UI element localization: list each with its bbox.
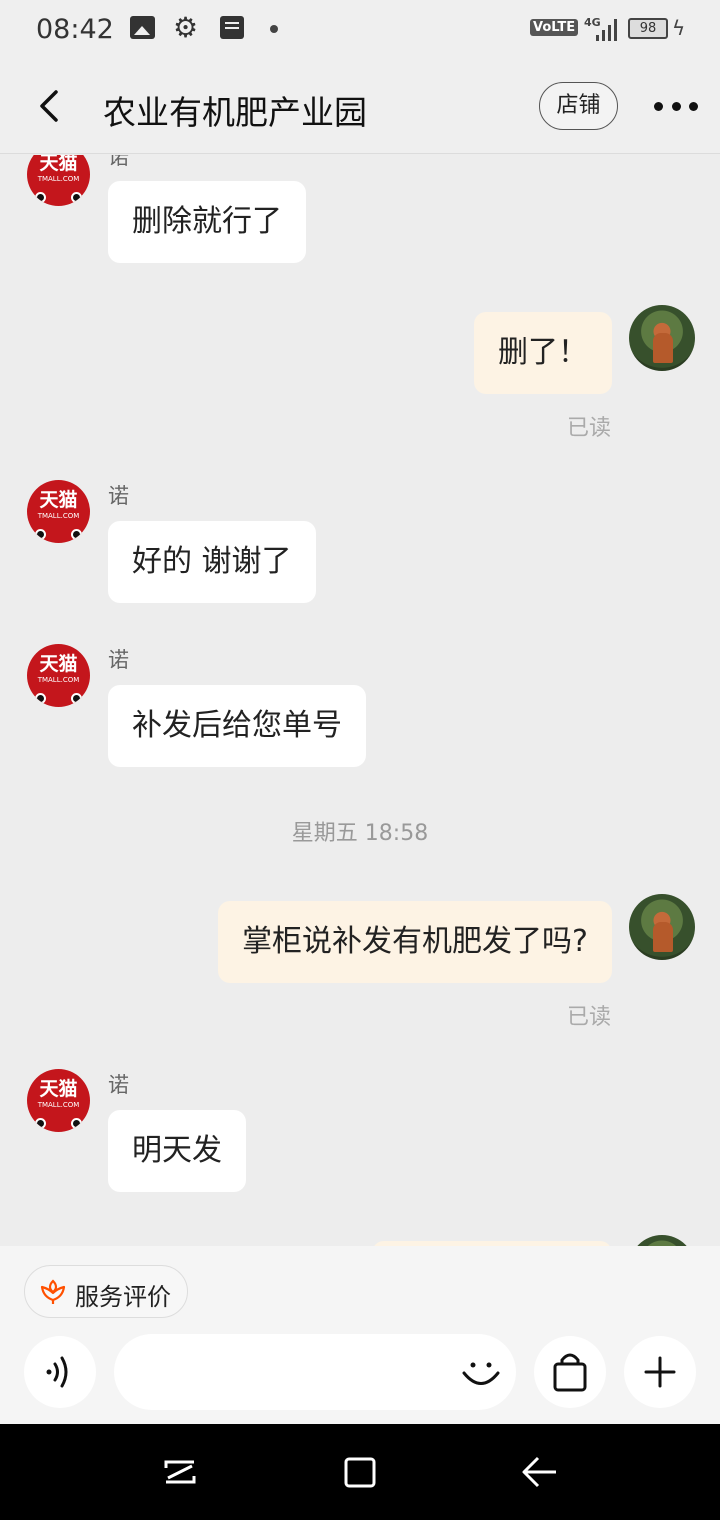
image-icon <box>130 16 155 39</box>
user-avatar[interactable] <box>629 894 695 960</box>
message-icon <box>220 16 244 39</box>
recent-apps-icon[interactable] <box>160 1452 200 1492</box>
shop-avatar[interactable]: 天猫 TMALL.COM <box>27 644 90 707</box>
status-bar: 08:42 ⚙ VoLTE 4G 98 ϟ <box>0 0 720 60</box>
read-status: 已读 <box>566 1005 611 1030</box>
outgoing-message[interactable]: 删了！ <box>474 312 612 394</box>
time-separator: 星期五 18:58 <box>291 821 429 846</box>
user-avatar[interactable] <box>629 1235 695 1246</box>
volte-label: VoLTE <box>530 19 579 36</box>
sender-name: 诺 <box>108 648 129 672</box>
shop-avatar[interactable]: 天猫 TMALL.COM <box>27 155 90 206</box>
input-area: 服务评价 <box>0 1246 720 1424</box>
sender-name: 诺 <box>108 1073 129 1097</box>
plus-button[interactable] <box>624 1336 696 1408</box>
voice-icon <box>46 1356 68 1388</box>
gear-icon: ⚙ <box>173 11 199 44</box>
chat-messages[interactable]: 天猫 TMALL.COM 诺 删除就行了 删了！ 已读 天猫 TMALL.COM… <box>0 155 720 1246</box>
shopping-bag-button[interactable] <box>534 1336 606 1408</box>
voice-button[interactable] <box>24 1336 96 1408</box>
incoming-message[interactable]: 明天发 <box>108 1110 246 1192</box>
incoming-message[interactable]: 删除就行了 <box>108 181 306 263</box>
shop-avatar[interactable]: 天猫 TMALL.COM <box>27 480 90 543</box>
service-rating-label: 服务评价 <box>75 1283 171 1311</box>
flower-icon <box>40 1279 66 1304</box>
incoming-message[interactable]: 补发后给您单号 <box>108 685 366 767</box>
message-input[interactable] <box>114 1334 516 1410</box>
charging-icon: ϟ <box>672 16 686 40</box>
plus-icon <box>644 1356 676 1388</box>
system-navigation-bar <box>0 1424 720 1520</box>
chat-header: 农业有机肥产业园 店铺 <box>0 60 720 154</box>
read-status: 已读 <box>566 416 611 441</box>
smile-icon[interactable] <box>457 1348 505 1396</box>
page-title: 农业有机肥产业园 <box>103 93 367 132</box>
shop-avatar[interactable]: 天猫 TMALL.COM <box>27 1069 90 1132</box>
shopping-bag-icon <box>553 1353 587 1392</box>
outgoing-message[interactable]: 掌柜说补发有机肥发了吗? <box>218 901 612 983</box>
more-dots-icon[interactable] <box>654 94 698 118</box>
dot-icon <box>270 25 278 33</box>
user-avatar[interactable] <box>629 305 695 371</box>
home-icon[interactable] <box>340 1452 380 1492</box>
sender-name: 诺 <box>108 155 129 169</box>
sender-name: 诺 <box>108 484 129 508</box>
back-arrow-icon[interactable] <box>520 1452 560 1492</box>
status-time: 08:42 <box>36 14 114 45</box>
signal-icon: 4G <box>584 16 617 41</box>
service-rating-button[interactable]: 服务评价 <box>24 1265 188 1318</box>
incoming-message[interactable]: 好的 谢谢了 <box>108 521 316 603</box>
chevron-left-icon[interactable] <box>30 86 70 126</box>
shop-button[interactable]: 店铺 <box>539 82 618 130</box>
battery-icon: 98 <box>628 18 668 39</box>
signal-label: 4G <box>584 16 601 29</box>
